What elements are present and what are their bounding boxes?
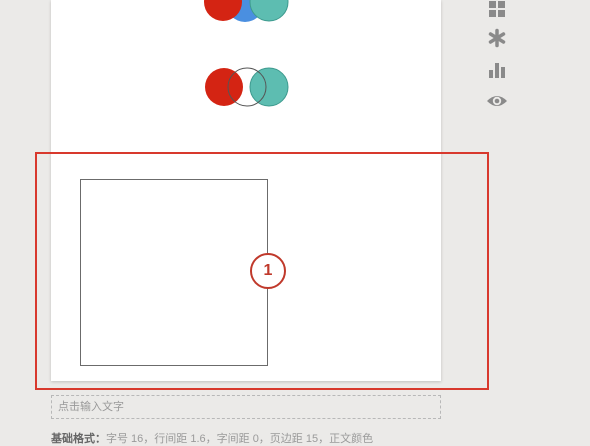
format-info: 基础格式：字号 16，行间距 1.6，字间距 0，页边距 15，正文颜色 [51,430,491,446]
asterisk-icon[interactable] [485,26,509,50]
venn-diagram-middle[interactable] [205,67,289,107]
venn-mid-left-circle [205,68,243,106]
format-text: 字号 16，行间距 1.6，字间距 0，页边距 15，正文颜色 [106,433,374,445]
callout-marker: 1 [250,253,286,289]
venn-diagram-top[interactable] [204,0,289,22]
bar-chart-icon[interactable] [485,58,509,82]
text-input-placeholder[interactable]: 点击输入文字 [51,395,441,419]
venn-mid-right-circle [249,67,289,107]
eye-icon[interactable] [485,89,509,113]
format-label: 基础格式： [51,433,106,445]
grid-icon[interactable] [485,0,509,21]
